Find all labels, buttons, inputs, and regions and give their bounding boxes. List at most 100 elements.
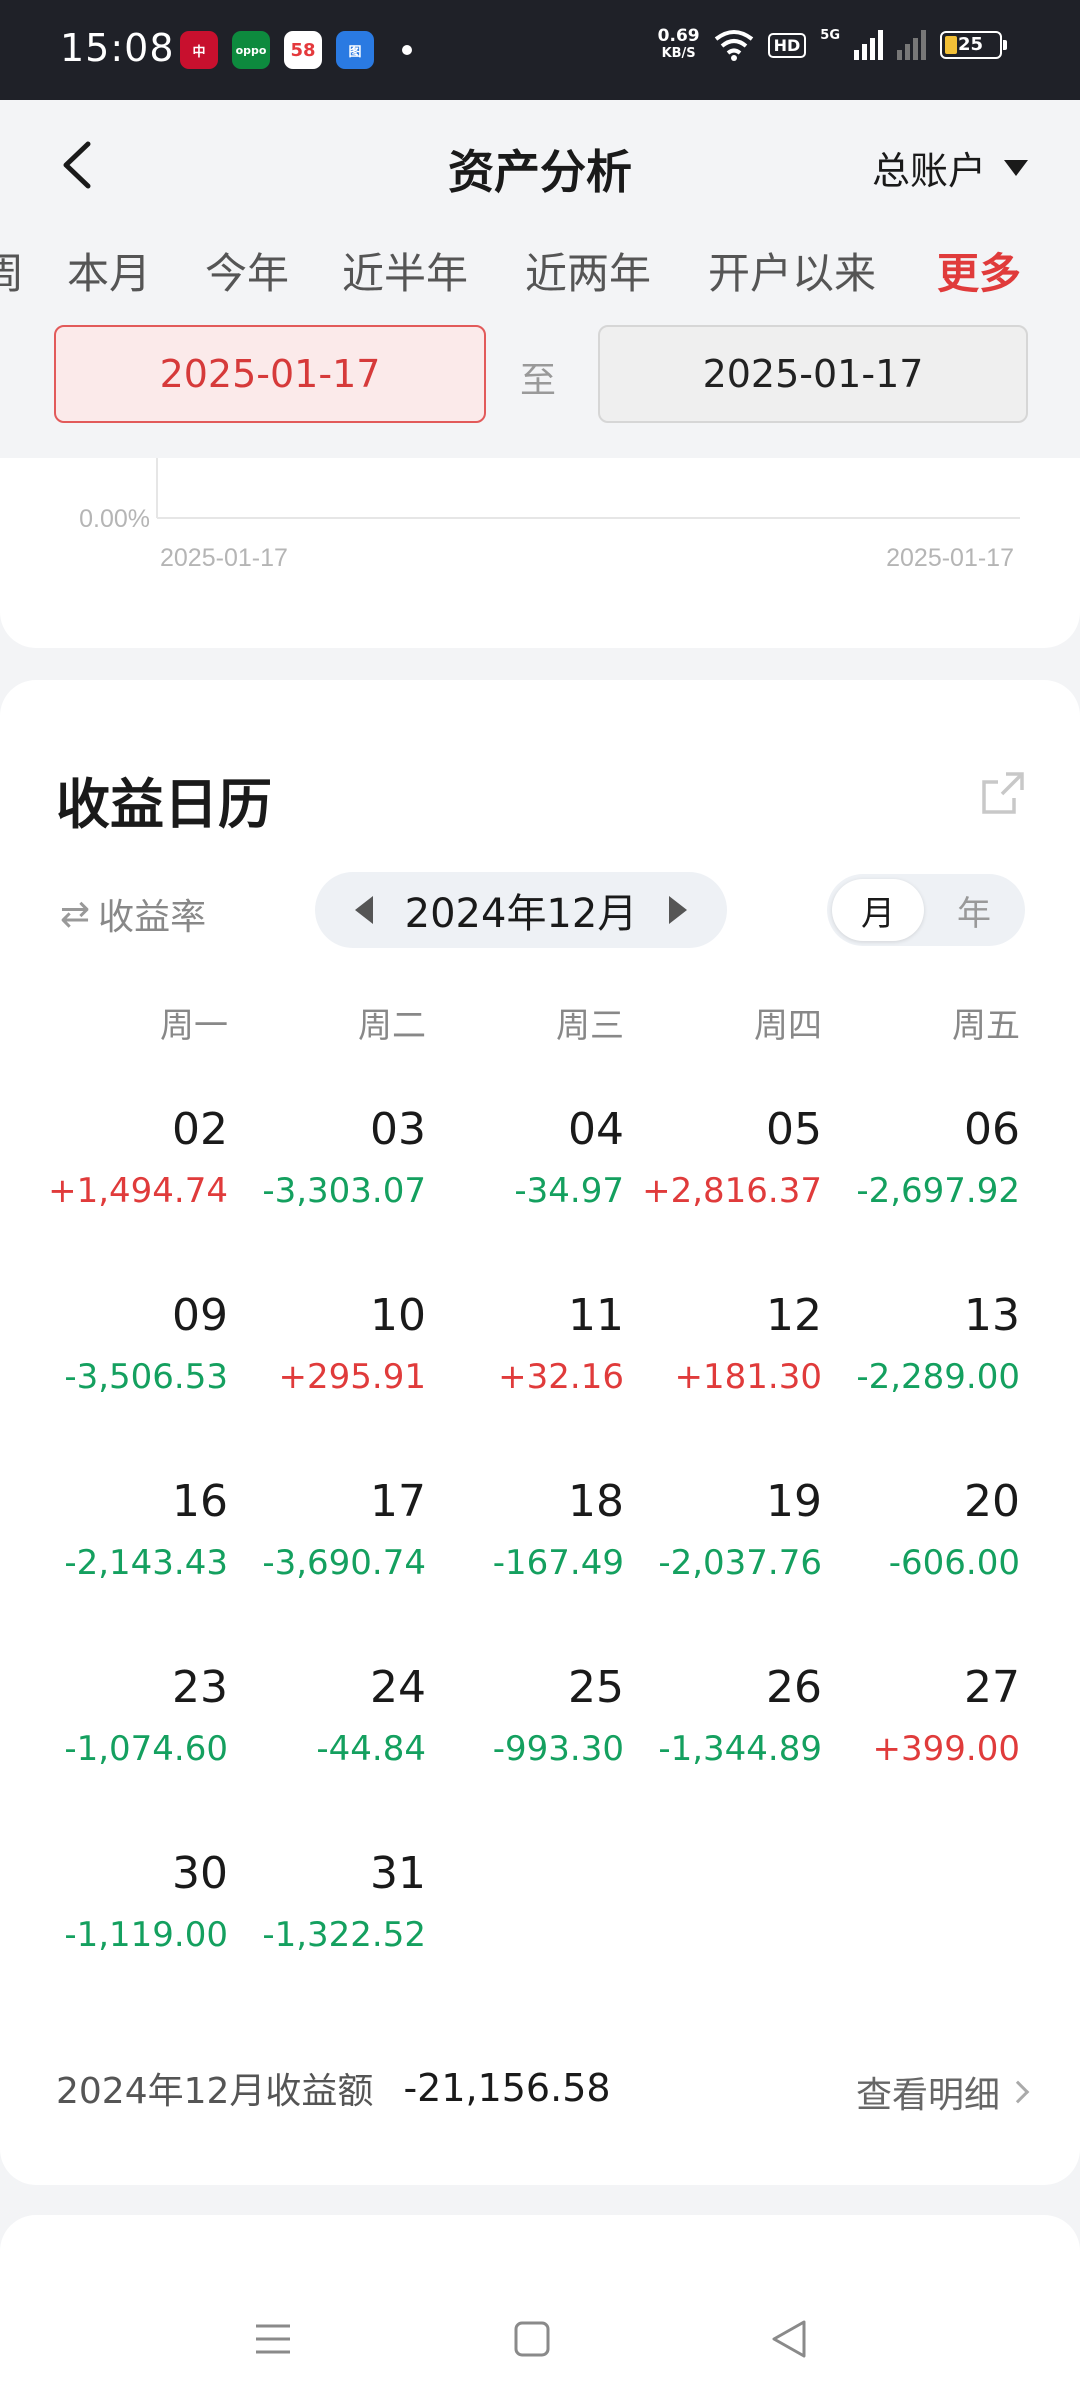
calendar-day-cell[interactable]: 05 +2,816.37 [624, 1105, 822, 1213]
tab-two-years[interactable]: 近两年 [525, 240, 651, 301]
weekday-label: 周三 [556, 1006, 624, 1046]
calendar-day-profit: -34.97 [514, 1171, 624, 1211]
calendar-day-cell[interactable]: 26 -1,344.89 [624, 1663, 822, 1771]
return-chart-card: 0.00% 2025-01-17 2025-01-17 [0, 458, 1080, 648]
calendar-day-cell[interactable]: 27 +399.00 [822, 1663, 1020, 1771]
month-label[interactable]: 2024年12月 [405, 881, 638, 939]
profit-calendar-card: 收益日历 ⇄ 收益率 2024年12月 月 年 周一 周二 周三 周四 周五 02 +1,… [0, 680, 1080, 2185]
back-nav-icon[interactable] [764, 2314, 814, 2364]
calendar-day-number: 16 [172, 1476, 228, 1527]
calendar-day-number: 26 [766, 1662, 822, 1713]
calendar-day-profit: -3,506.53 [64, 1357, 228, 1397]
calendar-day-profit: -3,303.07 [262, 1171, 426, 1211]
calendar-day-number: 09 [172, 1290, 228, 1341]
status-indicators: 0.69 KB/S HD 5G 25 [657, 26, 1007, 62]
calendar-day-profit: -2,143.43 [64, 1543, 228, 1583]
battery-icon: 25 [940, 31, 1007, 59]
calendar-day-cell[interactable]: 02 +1,494.74 [30, 1105, 228, 1213]
calendar-day-number: 24 [370, 1662, 426, 1713]
calendar-day-number: 20 [964, 1476, 1020, 1527]
calendar-day-cell[interactable]: 16 -2,143.43 [30, 1477, 228, 1585]
home-icon[interactable] [507, 2314, 557, 2364]
calendar-day-cell[interactable]: 06 -2,697.92 [822, 1105, 1020, 1213]
tab-this-month[interactable]: 本月 [67, 240, 151, 301]
calendar-day-cell[interactable]: 04 -34.97 [426, 1105, 624, 1213]
calendar-day-number: 23 [172, 1662, 228, 1713]
metric-toggle[interactable]: ⇄ 收益率 [60, 888, 206, 940]
wifi-icon [714, 30, 753, 61]
calendar-day-number: 30 [172, 1848, 228, 1899]
calendar-day-profit: +1,494.74 [48, 1171, 228, 1211]
calendar-day-profit: -1,074.60 [64, 1729, 228, 1769]
calendar-day-cell[interactable]: 30 -1,119.00 [30, 1849, 228, 1957]
calendar-day-profit: -993.30 [492, 1729, 624, 1769]
calendar-day-cell[interactable]: 24 -44.84 [228, 1663, 426, 1771]
tab-week[interactable]: 周 [0, 240, 24, 301]
calendar-day-cell[interactable]: 31 -1,322.52 [228, 1849, 426, 1957]
weekday-label: 周一 [160, 1006, 228, 1046]
account-label: 总账户 [871, 149, 986, 193]
calendar-day-cell[interactable]: 25 -993.30 [426, 1663, 624, 1771]
calendar-day-cell[interactable]: 03 -3,303.07 [228, 1105, 426, 1213]
start-date-field[interactable]: 2025-01-17 [54, 325, 486, 423]
tab-more[interactable]: 更多 [937, 240, 1021, 301]
date-separator: 至 [520, 360, 557, 401]
calendar-day-number: 19 [766, 1476, 822, 1527]
system-nav-bar [0, 2280, 1080, 2400]
calendar-day-number: 11 [568, 1290, 624, 1341]
view-switch: 月 年 [827, 874, 1025, 946]
month-navigator: 2024年12月 [315, 872, 727, 948]
view-month-button[interactable]: 月 [832, 879, 924, 941]
share-icon[interactable] [980, 770, 1026, 816]
calendar-day-cell[interactable]: 11 +32.16 [426, 1291, 624, 1399]
summary-label: 2024年12月收益额 [56, 2071, 374, 2112]
calendar-day-number: 12 [766, 1290, 822, 1341]
network-speed-value: 0.69 [657, 26, 700, 46]
swap-icon: ⇄ [60, 893, 91, 935]
calendar-day-cell[interactable]: 10 +295.91 [228, 1291, 426, 1399]
tab-this-year[interactable]: 今年 [205, 240, 289, 301]
chart-x-start-label: 2025-01-17 [160, 544, 288, 572]
hd-badge: HD [767, 32, 807, 58]
tab-half-year[interactable]: 近半年 [342, 240, 468, 301]
calendar-day-cell[interactable]: 19 -2,037.76 [624, 1477, 822, 1585]
calendar-day-profit: +295.91 [278, 1357, 426, 1397]
summary-value: -21,156.58 [403, 2066, 611, 2110]
calendar-day-cell[interactable]: 09 -3,506.53 [30, 1291, 228, 1399]
network-type: 5G [820, 28, 840, 43]
calendar-day-cell[interactable]: 23 -1,074.60 [30, 1663, 228, 1771]
view-year-button[interactable]: 年 [928, 879, 1020, 941]
calendar-day-profit: +32.16 [498, 1357, 624, 1397]
caret-down-icon [1004, 159, 1028, 176]
view-details-link[interactable]: 查看明细 [856, 2066, 1030, 2118]
calendar-day-number: 10 [370, 1290, 426, 1341]
signal-icon [854, 30, 883, 60]
next-month-icon[interactable] [668, 896, 687, 924]
account-selector[interactable]: 总账户 [872, 140, 1028, 195]
calendar-day-number: 02 [172, 1104, 228, 1155]
status-app-icons: 中 oppo 58 图 [180, 31, 412, 69]
signal-secondary-icon [897, 30, 926, 60]
chevron-right-icon [1006, 2080, 1030, 2104]
calendar-day-cell[interactable]: 20 -606.00 [822, 1477, 1020, 1585]
calendar-day-profit: -1,322.52 [262, 1915, 426, 1955]
calendar-day-cell[interactable]: 18 -167.49 [426, 1477, 624, 1585]
calendar-day-profit: -1,119.00 [64, 1915, 228, 1955]
calendar-day-cell[interactable]: 13 -2,289.00 [822, 1291, 1020, 1399]
battery-level: 25 [958, 34, 984, 55]
calendar-day-cell[interactable]: 17 -3,690.74 [228, 1477, 426, 1585]
calendar-title: 收益日历 [56, 773, 272, 836]
calendar-day-profit: -2,289.00 [856, 1357, 1020, 1397]
tab-since-open[interactable]: 开户以来 [708, 240, 876, 301]
prev-month-icon[interactable] [355, 896, 373, 924]
calendar-day-profit: -44.84 [316, 1729, 426, 1769]
calendar-day-number: 25 [568, 1662, 624, 1713]
notification-dot-icon [402, 45, 412, 55]
page-header: 资产分析 总账户 周 本月 今年 近半年 近两年 开户以来 更多 2025-01… [0, 100, 1080, 458]
calendar-day-cell[interactable]: 12 +181.30 [624, 1291, 822, 1399]
date-range: 2025-01-17 至 2025-01-17 [0, 325, 1080, 425]
menu-icon[interactable] [248, 2314, 298, 2364]
calendar-day-number: 03 [370, 1104, 426, 1155]
end-date-field[interactable]: 2025-01-17 [598, 325, 1028, 423]
boc-app-icon: 中 [180, 31, 218, 69]
